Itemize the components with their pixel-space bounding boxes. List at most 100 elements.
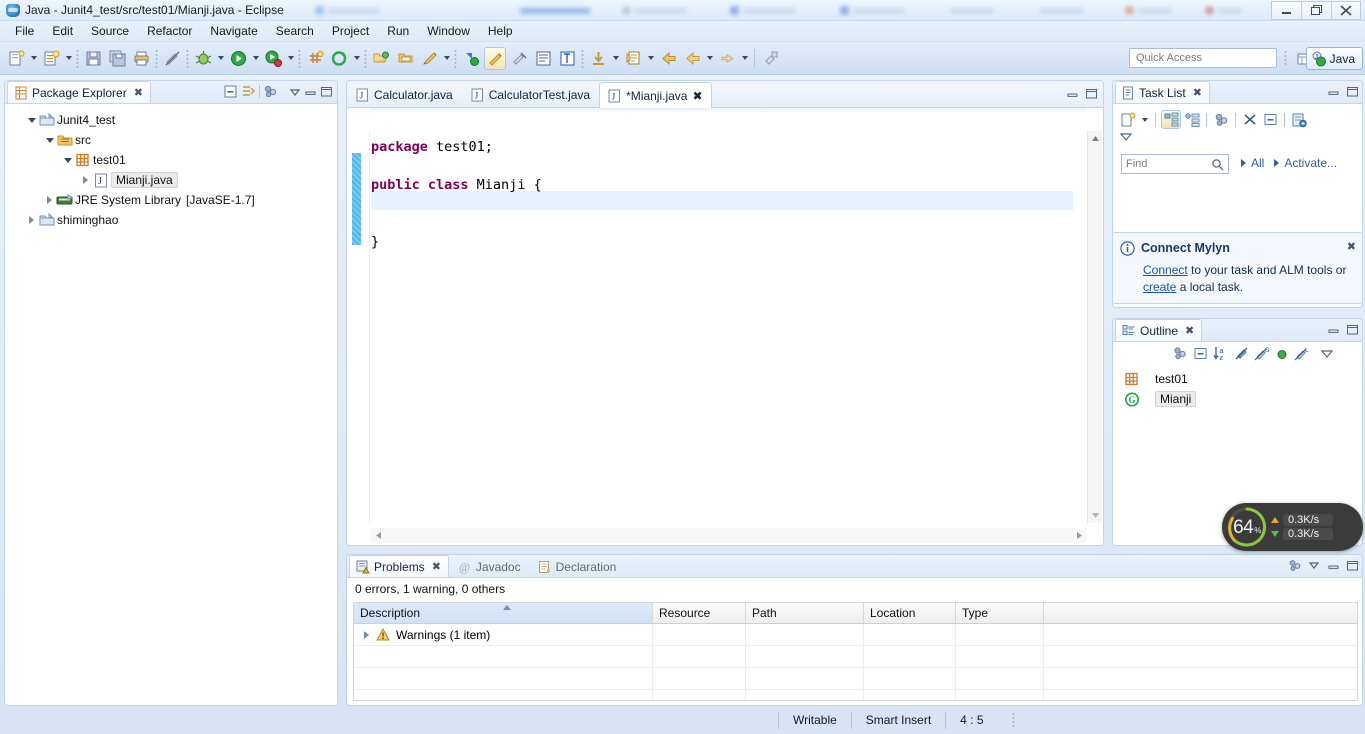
coverage-dropdown-arrow[interactable]	[285, 47, 296, 70]
column-header-location[interactable]: Location	[864, 603, 956, 623]
coverage-icon[interactable]	[262, 47, 284, 70]
menu-file[interactable]: File	[6, 22, 43, 40]
hide-fields-icon[interactable]	[1234, 346, 1249, 361]
collapse-all-icon[interactable]	[1261, 112, 1279, 127]
view-menu-icon[interactable]	[263, 84, 278, 99]
open-task-icon[interactable]	[394, 47, 416, 70]
search-icon[interactable]	[1211, 158, 1224, 171]
pin-editor-icon[interactable]	[760, 47, 782, 70]
external-tools-dropdown-arrow[interactable]	[351, 47, 362, 70]
close-icon[interactable]: ✖	[432, 560, 441, 573]
minimize-icon[interactable]	[1326, 322, 1340, 336]
editor-horizontal-scrollbar[interactable]	[371, 528, 1087, 543]
back-icon[interactable]	[657, 47, 679, 70]
previous-annotation-icon[interactable]	[484, 46, 506, 70]
table-row[interactable]	[354, 690, 1357, 700]
categorized-presentation-icon[interactable]	[1161, 110, 1181, 129]
tab-problems[interactable]: Problems ✖	[349, 555, 449, 577]
menu-project[interactable]: Project	[323, 22, 378, 40]
mylyn-create-link[interactable]: create	[1143, 280, 1176, 294]
sort-az-icon[interactable]: az	[1213, 346, 1229, 361]
table-row[interactable]	[354, 646, 1357, 668]
open-type-icon[interactable]	[370, 47, 392, 70]
mylyn-connect-link[interactable]: Connect	[1143, 263, 1188, 277]
maximize-icon[interactable]	[1345, 322, 1359, 336]
chevron-right-icon-all[interactable]	[1241, 159, 1246, 167]
column-header-description[interactable]: Description	[354, 603, 653, 623]
new-java-class-icon[interactable]	[40, 47, 62, 70]
print-icon[interactable]	[130, 47, 152, 70]
menu-refactor[interactable]: Refactor	[138, 22, 201, 40]
debug-icon[interactable]	[192, 47, 214, 70]
maximize-icon[interactable]	[1345, 558, 1359, 572]
next-edit-marker-icon[interactable]	[587, 47, 609, 70]
new-wizard-icon[interactable]	[5, 47, 27, 70]
twisty-right-icon[interactable]	[25, 214, 38, 227]
hide-static-icon[interactable]: S	[1254, 346, 1270, 361]
maximize-icon[interactable]	[1345, 84, 1359, 98]
tree-item-test01[interactable]: test01	[5, 150, 337, 170]
outline-item-mianji[interactable]: G Mianji	[1123, 389, 1358, 409]
editor-code[interactable]: package test01; public class Mianji { }	[371, 131, 1073, 523]
close-icon[interactable]: ✖	[1185, 324, 1194, 337]
twisty-right-icon[interactable]	[43, 194, 56, 207]
run-dropdown-arrow[interactable]	[250, 47, 261, 70]
maximize-icon[interactable]	[1085, 87, 1098, 100]
save-icon[interactable]	[82, 47, 104, 70]
close-icon[interactable]: ✖	[134, 86, 143, 99]
close-icon[interactable]: ✖	[1193, 86, 1202, 99]
scroll-left-arrow-icon[interactable]	[371, 528, 386, 543]
collapse-all-icon[interactable]	[1193, 346, 1208, 361]
task-list-find-input[interactable]: Find	[1121, 154, 1229, 174]
view-menu-icon[interactable]	[1320, 348, 1334, 360]
chevron-down-icon[interactable]	[289, 86, 301, 98]
tab-package-explorer[interactable]: Package Explorer ✖	[7, 81, 151, 103]
sort-icon[interactable]	[1173, 346, 1188, 361]
editor-tab-mianji-java[interactable]: J *Mianji.java ✖	[599, 82, 712, 108]
menu-edit[interactable]: Edit	[43, 22, 82, 40]
synchronize-changed-icon[interactable]	[1212, 112, 1230, 127]
minimize-button[interactable]	[1271, 1, 1301, 20]
menu-window[interactable]: Window	[418, 22, 479, 40]
tree-item-jre-system-library[interactable]: JRE System Library [JavaSE-1.7]	[5, 190, 337, 210]
hide-local-types-icon[interactable]: L	[1294, 346, 1310, 361]
minimize-icon[interactable]	[1326, 558, 1340, 572]
perspective-java-button[interactable]: J Java	[1305, 47, 1363, 70]
focus-on-workweek-icon[interactable]	[1241, 112, 1259, 127]
menu-run[interactable]: Run	[378, 22, 418, 40]
view-menu-icon[interactable]	[1288, 558, 1302, 572]
search-icon[interactable]	[418, 47, 440, 70]
editor-body[interactable]: package test01; public class Mianji { }	[347, 108, 1103, 545]
last-edit-location-icon[interactable]	[508, 47, 530, 70]
back-dropdown-arrow[interactable]	[704, 47, 715, 70]
twisty-down-icon[interactable]	[43, 134, 56, 147]
debug-dropdown-arrow[interactable]	[215, 47, 226, 70]
restore-button[interactable]	[1301, 1, 1331, 20]
tab-declaration[interactable]: Declaration	[531, 555, 625, 577]
twisty-down-icon[interactable]	[61, 154, 74, 167]
forward-history-icon[interactable]	[681, 47, 703, 70]
collapse-all-icon[interactable]	[223, 84, 238, 99]
editor-vertical-scrollbar[interactable]	[1087, 131, 1102, 523]
next-task-dropdown-arrow[interactable]	[645, 47, 656, 70]
new-task-dropdown-arrow[interactable]	[1139, 108, 1150, 131]
minimize-icon[interactable]	[1326, 84, 1340, 98]
hide-nonpublic-icon[interactable]	[1275, 347, 1289, 361]
link-with-editor-icon[interactable]	[241, 84, 256, 99]
scroll-right-arrow-icon[interactable]	[1072, 528, 1087, 543]
minimize-icon[interactable]	[1066, 87, 1079, 100]
column-header-path[interactable]: Path	[746, 603, 864, 623]
maximize-icon[interactable]	[320, 85, 333, 98]
menu-search[interactable]: Search	[267, 22, 323, 40]
next-task-icon[interactable]	[622, 47, 644, 70]
forward-icon[interactable]	[716, 47, 738, 70]
forward-dropdown-arrow[interactable]	[739, 47, 750, 70]
table-row[interactable]	[354, 668, 1357, 690]
scheduled-presentation-icon[interactable]	[1183, 112, 1201, 127]
close-icon[interactable]: ✖	[1347, 240, 1356, 253]
scroll-down-arrow-icon[interactable]	[1088, 508, 1103, 523]
new-junit-test-icon[interactable]	[304, 47, 326, 70]
tree-item-junit4-test[interactable]: Junit4_test	[5, 110, 337, 130]
menu-source[interactable]: Source	[82, 22, 138, 40]
tree-item-shiminghao[interactable]: shiminghao	[5, 210, 337, 230]
